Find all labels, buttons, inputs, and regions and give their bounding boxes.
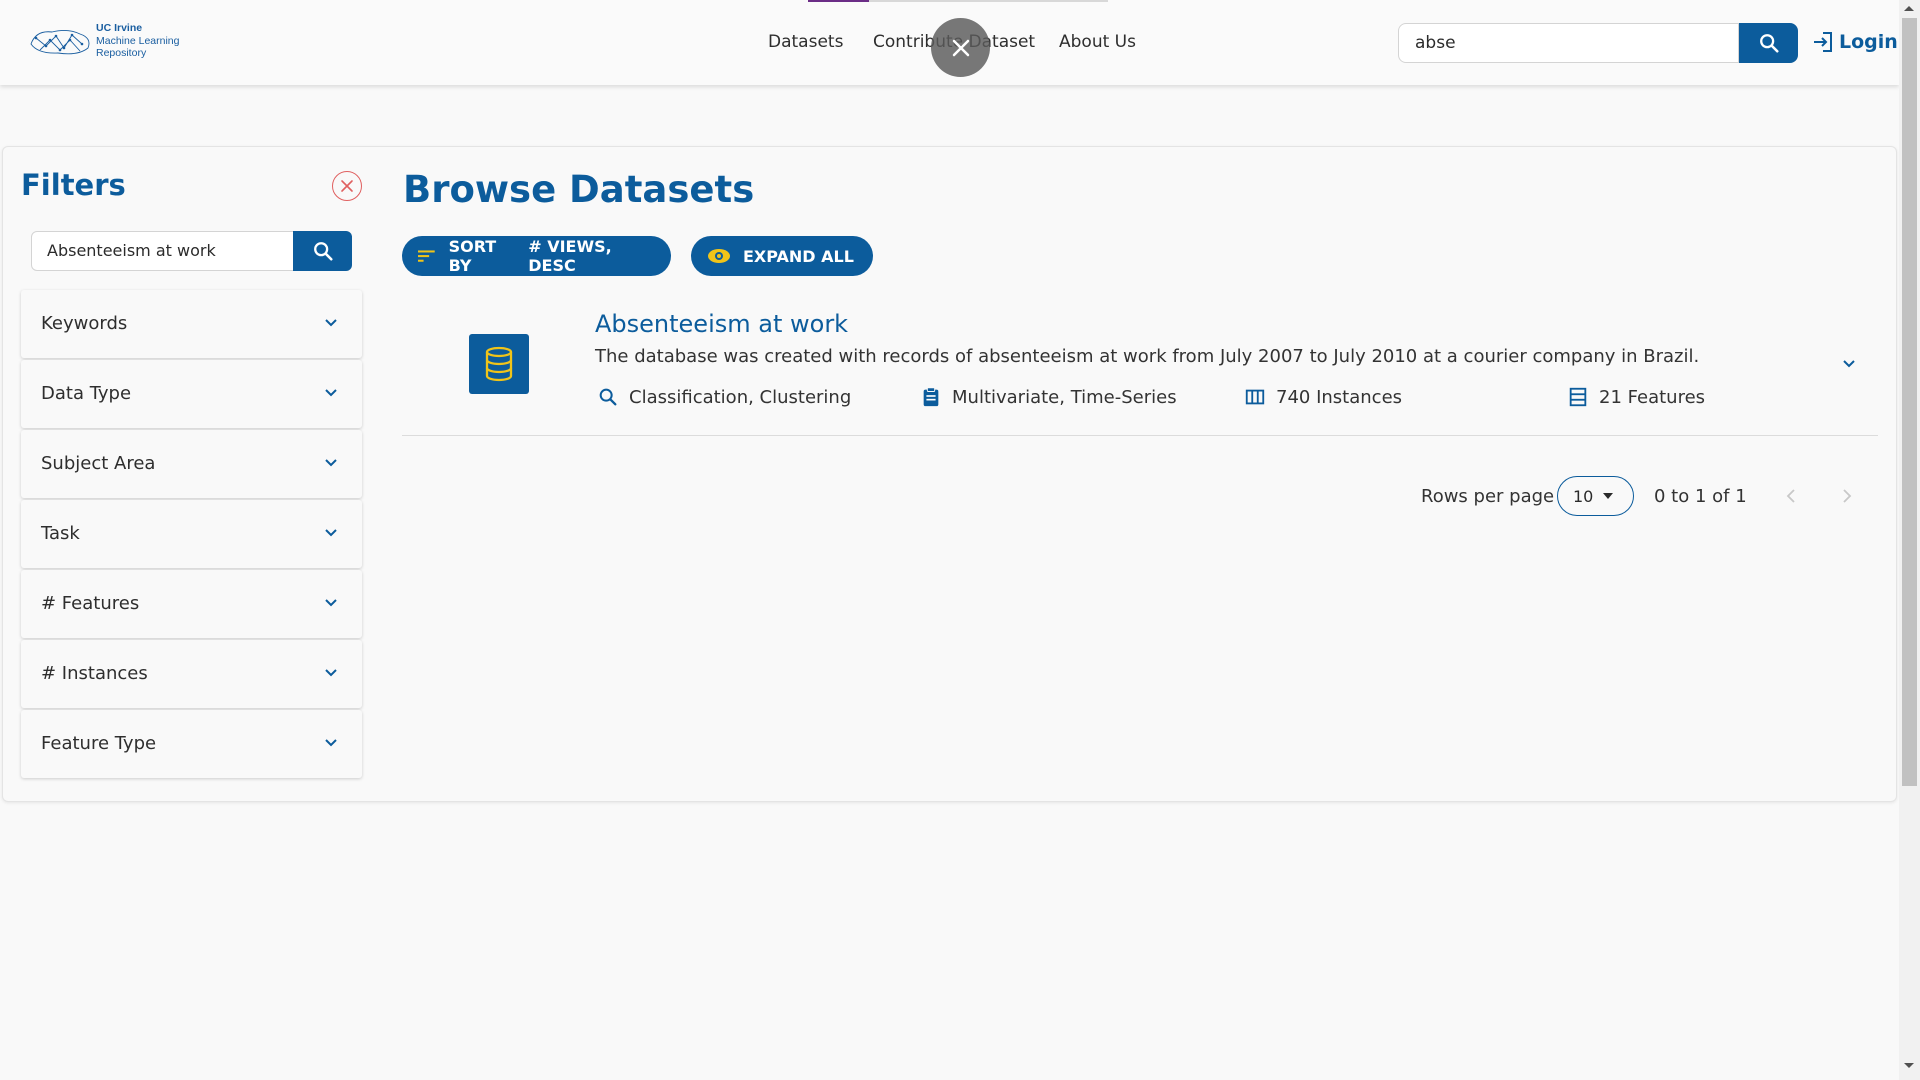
logo-line-3: Repository: [96, 47, 147, 59]
chevron-down-icon: [325, 389, 337, 397]
dataset-thumbnail[interactable]: [469, 334, 529, 394]
header-search-input[interactable]: abse: [1398, 23, 1739, 63]
uci-logo[interactable]: UC Irvine Machine Learning Repository: [28, 20, 188, 64]
logo-line-2: Machine Learning: [96, 34, 180, 47]
clipboard-icon: [923, 387, 939, 407]
dataset-description: The database was created with records of…: [595, 346, 1700, 367]
rows-icon: [1569, 387, 1587, 407]
close-icon: [952, 39, 969, 56]
filter-label: Keywords: [41, 313, 128, 334]
network-logo-icon: [30, 29, 90, 55]
rows-per-page-label: Rows per page: [1421, 486, 1555, 507]
search-icon: [1759, 34, 1779, 53]
nav-link-about-us[interactable]: About Us: [1059, 32, 1136, 52]
login-button[interactable]: Login: [1811, 30, 1898, 54]
filter-instances[interactable]: # Instances: [21, 640, 362, 708]
clear-filters-button[interactable]: [332, 171, 362, 201]
filter-feature-type[interactable]: Feature Type: [21, 710, 362, 778]
login-icon: [1814, 32, 1832, 52]
chevron-down-icon: [325, 529, 337, 537]
filter-search-button[interactable]: [293, 231, 352, 271]
chevron-down-icon: [325, 319, 337, 327]
filter-label: Feature Type: [41, 733, 157, 754]
page-scrollbar[interactable]: [1899, 0, 1920, 1080]
dataset-data-type: Multivariate, Time-Series: [920, 386, 1177, 408]
filter-label: Task: [41, 523, 80, 544]
database-icon: [485, 346, 513, 382]
overlay-close-button[interactable]: [931, 18, 990, 77]
chevron-down-icon: [325, 599, 337, 607]
scroll-down-arrow-icon[interactable]: [1903, 1062, 1915, 1070]
filter-task[interactable]: Task: [21, 500, 362, 568]
chevron-left-icon[interactable]: [1783, 486, 1799, 506]
columns-icon: [1245, 389, 1265, 405]
row-divider: [402, 435, 1878, 436]
filter-subject-area[interactable]: Subject Area: [21, 430, 362, 498]
expand-all-button[interactable]: EXPAND ALL: [691, 236, 873, 276]
filters-title: Filters: [21, 168, 126, 202]
dataset-features: 21 Features: [1567, 386, 1705, 408]
filter-features[interactable]: # Features: [21, 570, 362, 638]
filter-label: Subject Area: [41, 453, 156, 474]
scrollbar-thumb[interactable]: [1902, 18, 1917, 786]
chevron-down-icon: [325, 669, 337, 677]
scroll-up-arrow-icon[interactable]: [1903, 4, 1915, 12]
sort-button[interactable]: SORT BY # VIEWS, DESC: [402, 236, 671, 276]
filter-label: # Features: [41, 593, 140, 614]
filter-search-input[interactable]: Absenteeism at work: [31, 231, 294, 271]
dataset-data-type-text: Multivariate, Time-Series: [952, 386, 1177, 408]
rows-per-page-value: 10: [1573, 486, 1594, 506]
filter-data-type[interactable]: Data Type: [21, 360, 362, 428]
page-range: 0 to 1 of 1: [1654, 486, 1747, 507]
search-icon: [599, 388, 617, 406]
caret-down-icon: [1603, 493, 1614, 499]
expand-all-label: EXPAND ALL: [743, 246, 854, 266]
search-icon: [313, 242, 333, 261]
page-title: Browse Datasets: [403, 168, 755, 211]
login-label: Login: [1839, 31, 1898, 53]
dataset-instances-text: 740 Instances: [1276, 386, 1403, 408]
chevron-down-icon[interactable]: [1841, 356, 1857, 372]
dataset-task: Classification, Clustering: [597, 386, 851, 408]
nav-progress-bar: [808, 0, 1108, 2]
sort-label: SORT BY: [448, 237, 497, 275]
chevron-down-icon: [325, 459, 337, 467]
header-search-button[interactable]: [1739, 23, 1798, 63]
filter-label: # Instances: [41, 663, 148, 684]
sort-value: # VIEWS, DESC: [528, 237, 612, 275]
dataset-task-text: Classification, Clustering: [629, 386, 852, 408]
eye-icon: [708, 249, 730, 263]
sort-icon: [418, 250, 435, 262]
dataset-title-link[interactable]: Absenteeism at work: [595, 310, 848, 338]
dataset-features-text: 21 Features: [1599, 386, 1706, 408]
filter-label: Data Type: [41, 383, 132, 404]
chevron-down-icon: [325, 739, 337, 747]
chevron-right-icon[interactable]: [1839, 486, 1855, 506]
dataset-instances: 740 Instances: [1244, 386, 1402, 408]
logo-line-1: UC Irvine: [96, 22, 143, 34]
nav-link-datasets[interactable]: Datasets: [768, 32, 843, 52]
close-icon: [341, 180, 353, 192]
logo-text: UC Irvine Machine Learning Repository: [96, 22, 179, 60]
filter-keywords[interactable]: Keywords: [21, 290, 362, 358]
rows-per-page-select[interactable]: 10: [1557, 476, 1634, 516]
